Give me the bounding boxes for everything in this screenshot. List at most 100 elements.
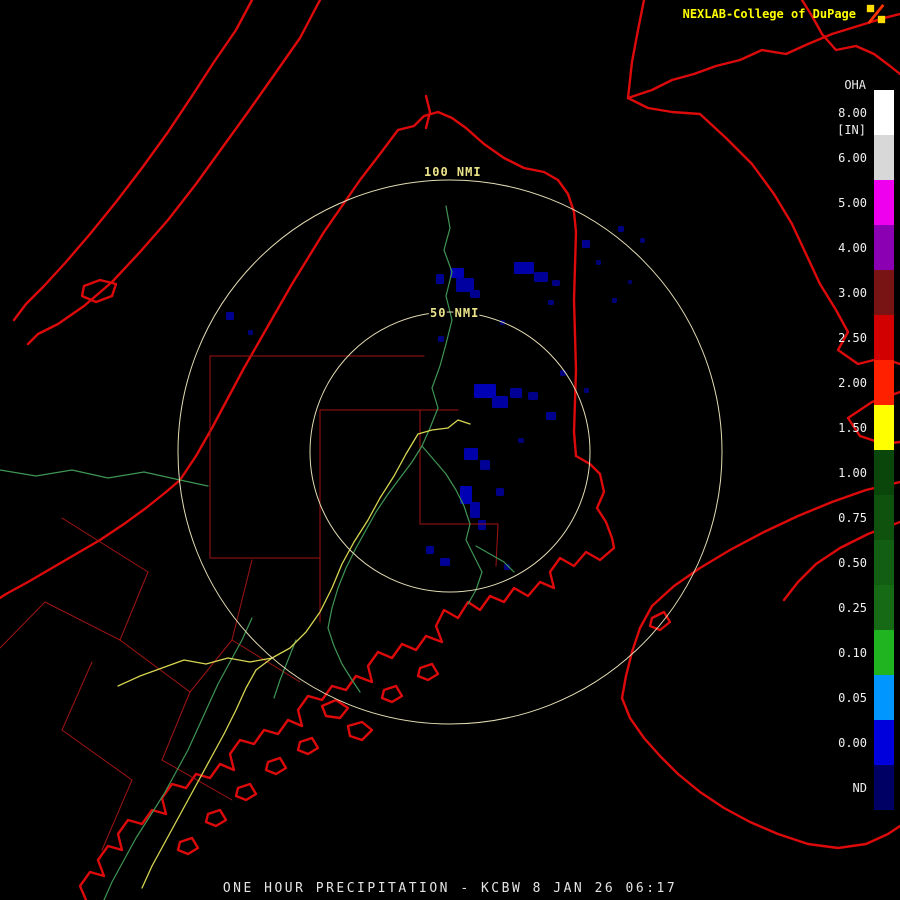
color-scale: 8.00 6.00 5.00 4.00 3.00 2.50 2.00 1.50 1.00 0.75… xyxy=(821,90,894,810)
scale-value-label: 0.75 xyxy=(838,510,867,525)
county-line xyxy=(0,601,46,649)
st-lawrence-south-shore xyxy=(12,0,254,322)
st-lawrence-island xyxy=(80,278,118,304)
highway xyxy=(447,419,471,429)
range-ring-label: 50 NMI xyxy=(430,306,479,320)
status-bar: ONE HOUR PRECIPITATION - KCBW 8 JAN 26 0… xyxy=(222,881,678,896)
scale-swatch xyxy=(874,450,894,495)
scale-swatch xyxy=(874,90,894,135)
coastal-island xyxy=(204,808,228,828)
st-lawrence-north-shore xyxy=(26,0,322,346)
county-line xyxy=(189,639,233,693)
county-line xyxy=(495,523,499,567)
precip-echo xyxy=(474,384,496,398)
precip-echo xyxy=(582,240,590,248)
scale-swatch xyxy=(874,180,894,225)
precip-echo xyxy=(546,412,556,420)
scale-value-label: 3.00 xyxy=(838,285,867,300)
scale-entry: ND xyxy=(821,765,894,810)
precip-echo xyxy=(596,260,601,265)
scale-entry: 1.50 xyxy=(821,405,894,450)
precip-echo xyxy=(552,280,560,286)
river xyxy=(421,445,483,605)
precip-echo xyxy=(528,392,538,400)
scale-swatch xyxy=(874,720,894,765)
precip-echo xyxy=(464,448,478,460)
scale-swatch xyxy=(874,405,894,450)
maine-west-border xyxy=(164,128,400,494)
precip-echo xyxy=(248,330,253,335)
scale-swatch xyxy=(874,540,894,585)
scale-value-label: 0.50 xyxy=(838,555,867,570)
precip-echo xyxy=(548,300,554,305)
scale-value-label: 0.05 xyxy=(838,690,867,705)
precip-echo xyxy=(534,272,548,282)
county-line xyxy=(161,691,191,761)
range-ring-100-nmi xyxy=(177,179,723,725)
precip-echo xyxy=(518,438,524,443)
county-line xyxy=(161,759,233,801)
precip-echo xyxy=(480,460,490,470)
precip-echo xyxy=(470,502,480,518)
scale-entry: 6.00 xyxy=(821,135,894,180)
precip-echo xyxy=(514,262,534,274)
precip-echo xyxy=(226,312,234,320)
bay-island xyxy=(648,610,672,632)
precip-echo xyxy=(640,238,645,243)
scale-swatch xyxy=(874,585,894,630)
precip-echo xyxy=(436,274,444,284)
river xyxy=(103,617,253,900)
scale-entry: 5.00 xyxy=(821,180,894,225)
precip-echo xyxy=(478,520,486,530)
scale-value-label: 5.00 xyxy=(838,195,867,210)
scale-entry: 8.00 xyxy=(821,90,894,135)
cod-logo-glyph xyxy=(866,3,886,25)
radar-display: 100 NMI 50 NMI NEXLAB-College of DuPage O… xyxy=(0,0,900,900)
river xyxy=(327,205,453,693)
scale-value-label: 2.00 xyxy=(838,375,867,390)
maine-crown-notch xyxy=(424,94,432,130)
quebec-nb-junction xyxy=(626,0,646,100)
scale-entry: 0.05 xyxy=(821,675,894,720)
maine-nb-south-border xyxy=(574,454,616,550)
coastal-island xyxy=(346,720,374,742)
precip-echo xyxy=(456,278,474,292)
county-line xyxy=(61,661,93,731)
precip-echo xyxy=(628,280,632,284)
scale-swatch xyxy=(874,360,894,405)
scale-entry: 2.00 xyxy=(821,360,894,405)
precip-echo xyxy=(618,226,624,232)
county-line xyxy=(61,517,149,573)
scale-entry: 0.50 xyxy=(821,540,894,585)
scale-swatch xyxy=(874,765,894,810)
range-ring-50-nmi xyxy=(309,311,591,593)
radar-map: 100 NMI 50 NMI xyxy=(0,0,900,900)
scale-swatch xyxy=(874,315,894,360)
cod-logo-icon xyxy=(864,3,888,25)
scale-swatch xyxy=(874,495,894,540)
scale-value-label: 0.00 xyxy=(838,735,867,750)
county-line xyxy=(61,729,133,781)
coastal-island xyxy=(234,782,258,802)
maine-coastline xyxy=(78,546,616,900)
coastal-island xyxy=(380,684,404,704)
scale-swatch xyxy=(874,225,894,270)
coastal-island xyxy=(296,736,320,756)
maine-nb-straight-border xyxy=(572,230,578,458)
precip-echo xyxy=(510,388,522,398)
precip-echo xyxy=(470,290,480,298)
precip-echo xyxy=(492,396,508,408)
precip-echo xyxy=(438,336,444,342)
scale-entry: 0.00 xyxy=(821,720,894,765)
coastal-island xyxy=(176,836,200,856)
scale-entry: 3.00 xyxy=(821,270,894,315)
precip-echo xyxy=(426,546,434,554)
coastal-island xyxy=(416,662,440,682)
scale-swatch xyxy=(874,675,894,720)
scale-value-label: 0.10 xyxy=(838,645,867,660)
scale-entry: 2.50 xyxy=(821,315,894,360)
river xyxy=(273,639,297,699)
range-ring-label: 100 NMI xyxy=(424,165,482,179)
coastal-island xyxy=(264,756,288,776)
scale-value-label: ND xyxy=(852,780,867,795)
